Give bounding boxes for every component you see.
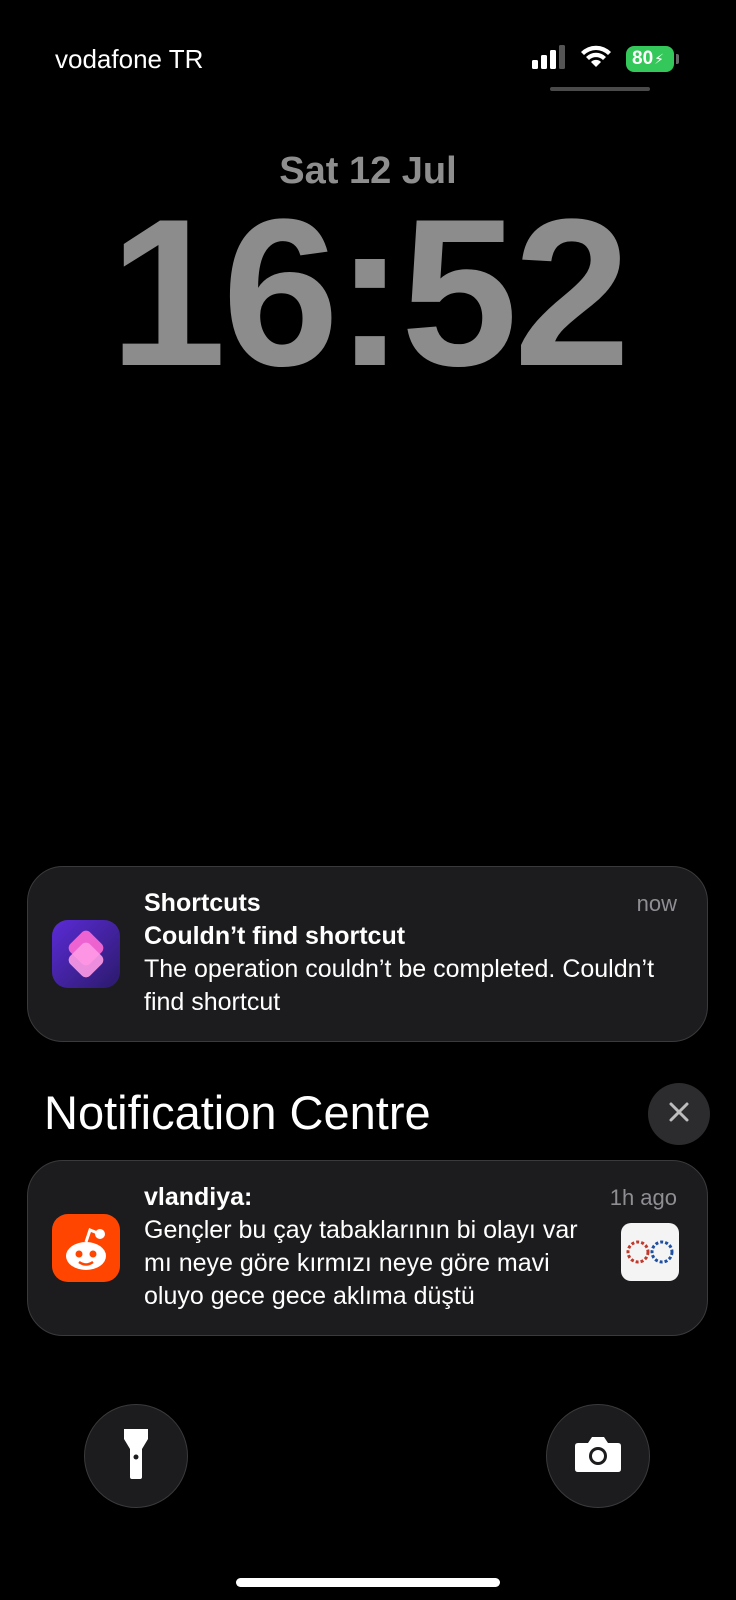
camera-button[interactable]	[546, 1404, 650, 1508]
lock-clock: 16:52	[109, 175, 630, 410]
home-indicator[interactable]	[236, 1578, 500, 1587]
flashlight-button[interactable]	[84, 1404, 188, 1508]
cellular-signal-icon	[532, 44, 566, 74]
notification-centre-title: Notification Centre	[44, 1086, 431, 1139]
battery-indicator: 80 ⚡	[626, 46, 679, 72]
notification-body: Gençler bu çay tabaklarının bi olayı var…	[144, 1216, 578, 1310]
top-swipe-indicator[interactable]	[550, 87, 650, 91]
wifi-icon	[580, 45, 612, 74]
shortcuts-app-icon	[52, 920, 120, 988]
notification-title: Couldn’t find shortcut	[144, 922, 406, 950]
carrier-name: vodafone TR	[55, 44, 204, 74]
notification-time: 1h ago	[609, 1185, 677, 1210]
notification-reddit[interactable]: 1h ago vlandiya: Gençler bu çay tabaklar…	[27, 1160, 708, 1336]
bolt-icon: ⚡	[654, 50, 664, 67]
battery-percent: 80	[632, 48, 654, 69]
notification-shortcuts[interactable]: now Shortcuts Couldn’t find shortcut The…	[27, 866, 708, 1042]
camera-icon	[574, 1435, 622, 1478]
notification-body: The operation couldn’t be completed. Cou…	[144, 955, 655, 1016]
close-icon	[668, 1101, 690, 1128]
status-icons: 80 ⚡	[532, 44, 679, 74]
flashlight-icon	[122, 1427, 150, 1486]
notification-app-name: Shortcuts	[144, 889, 261, 917]
clear-notifications-button[interactable]	[648, 1083, 710, 1145]
reddit-app-icon	[52, 1214, 120, 1282]
notification-title: vlandiya:	[144, 1183, 253, 1211]
image-thumbnail	[621, 1223, 679, 1281]
